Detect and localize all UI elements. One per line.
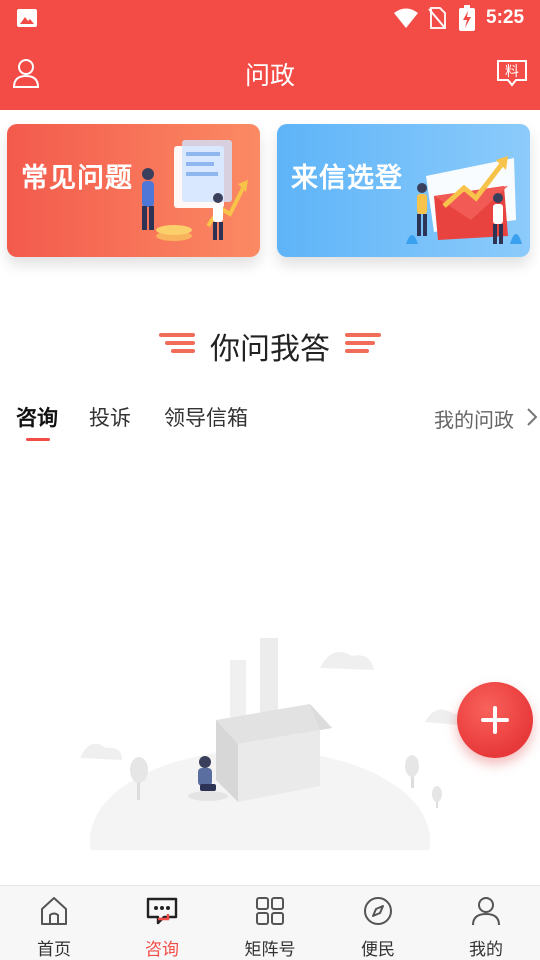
- grid-icon: [256, 897, 284, 925]
- compass-icon: [364, 897, 392, 925]
- active-tab-indicator: [26, 438, 50, 441]
- no-sim-icon: [428, 7, 446, 29]
- faq-illustration-icon: [142, 140, 248, 241]
- tip-off-icon[interactable]: 料: [496, 58, 528, 88]
- nav-mine-label: 我的: [469, 940, 503, 960]
- my-inquiries-link[interactable]: 我的问政: [434, 404, 538, 433]
- section-header: 你问我答: [0, 322, 540, 367]
- chat-icon: [146, 897, 178, 925]
- wifi-icon: [394, 8, 418, 28]
- nav-services-label: 便民: [361, 940, 395, 960]
- nav-home[interactable]: 首页: [0, 886, 108, 960]
- nav-matrix[interactable]: 矩阵号: [216, 886, 324, 960]
- tab-complaint[interactable]: 投诉: [89, 402, 131, 432]
- image-notification-icon: [17, 9, 37, 27]
- letter-illustration-icon: [406, 156, 522, 244]
- nav-services[interactable]: 便民: [324, 886, 432, 960]
- home-icon: [41, 897, 67, 925]
- status-time: 5:25: [486, 7, 525, 28]
- nav-matrix-label: 矩阵号: [244, 940, 296, 960]
- nav-consult[interactable]: 咨询: [108, 886, 216, 960]
- tab-leader-mailbox[interactable]: 领导信箱: [164, 402, 248, 432]
- faq-card-title: 常见问题: [21, 163, 133, 194]
- nav-home-label: 首页: [37, 940, 71, 960]
- nav-consult-label: 咨询: [145, 940, 179, 960]
- heading-decoration-right-icon: [345, 333, 381, 353]
- chevron-right-icon: [527, 408, 538, 426]
- battery-charging-icon: [459, 5, 475, 31]
- nav-mine[interactable]: 我的: [432, 886, 540, 960]
- page-title: 问政: [244, 61, 295, 90]
- tab-leader-mailbox-label: 领导信箱: [164, 406, 248, 430]
- section-heading: 你问我答: [210, 332, 330, 367]
- tab-consult-label: 咨询: [16, 406, 58, 430]
- my-inquiries-label: 我的问政: [434, 408, 514, 432]
- status-bar: 5:25: [0, 0, 540, 36]
- letter-card[interactable]: 来信选登: [277, 124, 530, 257]
- add-inquiry-button[interactable]: [457, 682, 533, 758]
- empty-state-illustration: [70, 638, 470, 885]
- letter-card-title: 来信选登: [291, 163, 403, 194]
- tab-consult[interactable]: 咨询: [16, 402, 58, 441]
- tab-complaint-label: 投诉: [89, 406, 131, 430]
- title-bar: 问政 料: [0, 36, 540, 110]
- tip-off-label: 料: [505, 64, 519, 80]
- plus-icon: [481, 706, 509, 734]
- person-icon: [472, 897, 500, 926]
- category-tabs: 咨询 投诉 领导信箱 我的问政: [0, 402, 540, 446]
- bottom-nav: 首页 咨询 矩阵号 便民 我的: [0, 885, 540, 960]
- faq-card[interactable]: 常见问题: [7, 124, 260, 257]
